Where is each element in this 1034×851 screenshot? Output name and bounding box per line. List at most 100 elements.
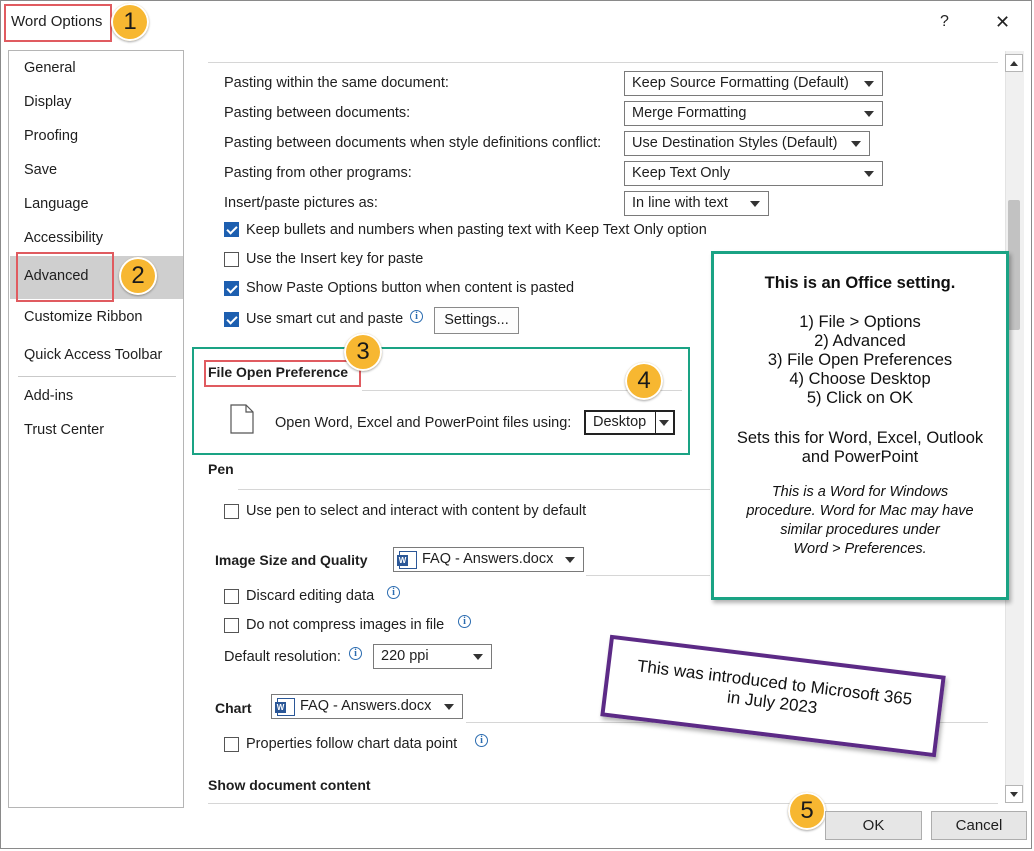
- paste-between-value: Merge Formatting: [632, 105, 747, 121]
- props-follow-label: Properties follow chart data point: [246, 736, 458, 752]
- chevron-down-icon: [1010, 792, 1018, 797]
- chevron-up-icon: [1010, 61, 1018, 66]
- section-divider: [208, 803, 998, 804]
- step-badge-4: 4: [625, 362, 663, 400]
- scroll-down-button[interactable]: [1005, 785, 1023, 803]
- nav-item-customize-ribbon[interactable]: Customize Ribbon: [24, 309, 142, 325]
- word-doc-icon: [397, 551, 417, 569]
- callout-note-line-2: procedure. Word for Mac may have: [746, 503, 974, 519]
- paste-other-value: Keep Text Only: [632, 165, 731, 181]
- callout-step-1: 1) File > Options: [799, 313, 921, 331]
- callout-sets-line-2: and PowerPoint: [801, 448, 919, 466]
- ok-button[interactable]: OK: [825, 811, 922, 840]
- paste-within-label: Pasting within the same document:: [224, 75, 449, 91]
- nav-item-accessibility[interactable]: Accessibility: [24, 230, 103, 246]
- paste-pictures-label: Insert/paste pictures as:: [224, 195, 378, 211]
- callout-step-4: 4) Choose Desktop: [789, 370, 931, 388]
- dialog-title: Word Options: [11, 13, 103, 30]
- callout-step-5: 5) Click on OK: [806, 389, 914, 407]
- callout-note-line-1: This is a Word for Windows: [771, 484, 949, 500]
- insert-key-checkbox[interactable]: [224, 252, 239, 267]
- step-badge-1: 1: [111, 3, 149, 41]
- info-icon: i: [349, 647, 362, 660]
- file-open-value: Desktop: [593, 414, 647, 430]
- step-badge-5: 5: [788, 792, 826, 830]
- paste-between-label: Pasting between documents:: [224, 105, 411, 121]
- close-icon[interactable]: ✕: [995, 12, 1010, 33]
- nav-item-general[interactable]: General: [24, 60, 76, 76]
- paste-pictures-value: In line with text: [632, 195, 728, 211]
- callout-step-3: 3) File Open Preferences: [767, 351, 953, 369]
- chart-doc-value: FAQ - Answers.docx: [300, 698, 432, 714]
- section-divider: [208, 62, 998, 63]
- insert-key-label: Use the Insert key for paste: [246, 251, 424, 267]
- step-badge-2: 2: [119, 257, 157, 295]
- section-divider: [238, 489, 710, 490]
- props-follow-checkbox[interactable]: [224, 737, 239, 752]
- callout-title: This is an Office setting.: [764, 274, 956, 292]
- section-divider: [586, 575, 710, 576]
- chevron-down-icon: [864, 81, 874, 87]
- callout-step-2: 2) Advanced: [814, 332, 906, 350]
- nav-item-advanced[interactable]: Advanced: [24, 268, 89, 284]
- scroll-up-button[interactable]: [1005, 54, 1023, 72]
- image-doc-dropdown[interactable]: FAQ - Answers.docx: [393, 547, 584, 572]
- chevron-down-icon: [864, 111, 874, 117]
- keep-bullets-checkbox[interactable]: [224, 222, 239, 237]
- dropdown-divider: [655, 412, 656, 433]
- use-pen-checkbox[interactable]: [224, 504, 239, 519]
- chevron-down-icon: [473, 654, 483, 660]
- no-compress-label: Do not compress images in file: [246, 617, 445, 633]
- nav-item-display[interactable]: Display: [24, 94, 72, 110]
- nav-item-save[interactable]: Save: [24, 162, 57, 178]
- paste-within-value: Keep Source Formatting (Default): [632, 75, 849, 91]
- paste-within-dropdown[interactable]: Keep Source Formatting (Default): [624, 71, 883, 96]
- nav-separator: [18, 376, 176, 377]
- nav-item-add-ins[interactable]: Add-ins: [24, 388, 73, 404]
- info-icon: i: [410, 310, 423, 323]
- scrollbar-thumb[interactable]: [1008, 200, 1020, 330]
- paste-conflict-label: Pasting between documents when style def…: [224, 135, 602, 151]
- smart-cut-label: Use smart cut and paste: [246, 311, 404, 327]
- chevron-down-icon: [750, 201, 760, 207]
- paste-pictures-dropdown[interactable]: In line with text: [624, 191, 769, 216]
- callout-sets-line-1: Sets this for Word, Excel, Outlook: [736, 429, 984, 447]
- paste-conflict-dropdown[interactable]: Use Destination Styles (Default): [624, 131, 870, 156]
- nav-item-language[interactable]: Language: [24, 196, 89, 212]
- paste-other-dropdown[interactable]: Keep Text Only: [624, 161, 883, 186]
- show-doc-heading: Show document content: [208, 777, 371, 793]
- chart-doc-dropdown[interactable]: FAQ - Answers.docx: [271, 694, 463, 719]
- chevron-down-icon: [444, 704, 454, 710]
- nav-item-proofing[interactable]: Proofing: [24, 128, 78, 144]
- chevron-down-icon: [659, 420, 669, 426]
- no-compress-checkbox[interactable]: [224, 618, 239, 633]
- discard-editing-checkbox[interactable]: [224, 589, 239, 604]
- instructions-callout: This is an Office setting. 1) File > Opt…: [711, 251, 1009, 600]
- image-heading: Image Size and Quality: [215, 552, 368, 568]
- info-icon: i: [458, 615, 471, 628]
- pen-heading: Pen: [208, 461, 234, 477]
- image-doc-value: FAQ - Answers.docx: [422, 551, 554, 567]
- callout-note: This is a Word for Windows procedure. Wo…: [714, 483, 1006, 559]
- chevron-down-icon: [565, 557, 575, 563]
- show-paste-checkbox[interactable]: [224, 281, 239, 296]
- nav-item-trust-center[interactable]: Trust Center: [24, 422, 104, 438]
- use-pen-label: Use pen to select and interact with cont…: [246, 503, 587, 519]
- paste-between-dropdown[interactable]: Merge Formatting: [624, 101, 883, 126]
- nav-item-quick-access-toolbar[interactable]: Quick Access Toolbar: [24, 347, 162, 363]
- paste-other-label: Pasting from other programs:: [224, 165, 412, 181]
- chart-heading: Chart: [215, 700, 252, 716]
- file-open-dropdown[interactable]: Desktop: [584, 410, 675, 435]
- resolution-value: 220 ppi: [381, 648, 429, 664]
- resolution-label: Default resolution:: [224, 649, 341, 665]
- resolution-dropdown[interactable]: 220 ppi: [373, 644, 492, 669]
- smart-cut-checkbox[interactable]: [224, 312, 239, 327]
- cancel-button[interactable]: Cancel: [931, 811, 1027, 840]
- settings-button[interactable]: Settings...: [434, 307, 519, 334]
- info-icon: i: [387, 586, 400, 599]
- show-paste-label: Show Paste Options button when content i…: [246, 280, 575, 296]
- callout-note-line-4: Word > Preferences.: [793, 541, 927, 557]
- help-icon[interactable]: ?: [940, 13, 949, 31]
- word-doc-icon: [275, 698, 295, 716]
- step-badge-3: 3: [344, 333, 382, 371]
